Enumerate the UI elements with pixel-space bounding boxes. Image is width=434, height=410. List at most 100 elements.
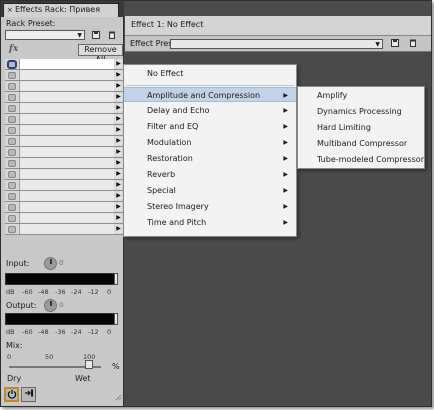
slot-power-icon[interactable] <box>7 60 17 69</box>
chevron-right-icon[interactable]: ▶ <box>115 214 122 222</box>
chevron-right-icon[interactable]: ▶ <box>115 170 122 178</box>
slot-effect-name[interactable] <box>19 169 114 179</box>
menu-item-no-effect[interactable]: No Effect <box>124 66 296 81</box>
effect-slot[interactable]: ▶ <box>5 114 123 125</box>
power-toggle-button[interactable] <box>4 387 19 402</box>
chevron-right-icon[interactable]: ▶ <box>115 93 122 101</box>
slot-effect-name[interactable] <box>19 158 114 168</box>
menu-item-filter-and-eq[interactable]: Filter and EQ ▶ <box>124 119 296 134</box>
slot-power-icon[interactable] <box>8 160 16 167</box>
effect-slot[interactable]: ▶ <box>5 59 123 70</box>
chevron-right-icon[interactable]: ▶ <box>115 104 122 112</box>
slot-power-icon[interactable] <box>8 105 16 112</box>
output-knob[interactable] <box>44 299 57 312</box>
apply-button[interactable] <box>21 387 36 402</box>
resize-grip-icon[interactable] <box>113 393 122 402</box>
slot-effect-name[interactable] <box>19 70 114 80</box>
effect-slot[interactable]: ▶ <box>5 70 123 81</box>
slot-power-icon[interactable] <box>8 171 16 178</box>
menu-item-amplitude-and-compression[interactable]: Amplitude and Compression ▶ <box>124 87 296 102</box>
slot-effect-name[interactable] <box>19 180 114 190</box>
slot-effect-name[interactable] <box>19 191 114 201</box>
effect-slot[interactable]: ▶ <box>5 180 123 191</box>
effect-preset-bar: Effect Preset: ▼ <box>125 36 431 52</box>
save-icon[interactable] <box>91 31 100 40</box>
close-tab-icon[interactable]: × <box>7 6 13 14</box>
slot-effect-name[interactable] <box>19 224 114 234</box>
mix-slider-thumb[interactable] <box>85 360 93 369</box>
save-icon[interactable] <box>390 39 399 48</box>
slot-power-icon[interactable] <box>8 193 16 200</box>
chevron-right-icon[interactable]: ▶ <box>115 126 122 134</box>
effect-slot[interactable]: ▶ <box>5 125 123 136</box>
slot-power-icon[interactable] <box>8 83 16 90</box>
slot-effect-name[interactable] <box>19 136 114 146</box>
chevron-down-icon: ▼ <box>77 32 82 39</box>
slot-effect-name[interactable] <box>19 103 114 113</box>
submenu-item-dynamics-processing[interactable]: Dynamics Processing <box>298 104 424 119</box>
slot-effect-name[interactable] <box>19 202 114 212</box>
slot-power-icon[interactable] <box>8 204 16 211</box>
submenu-item-multiband-compressor[interactable]: Multiband Compressor <box>298 136 424 151</box>
chevron-right-icon[interactable]: ▶ <box>115 203 122 211</box>
menu-item-special[interactable]: Special ▶ <box>124 183 296 198</box>
effect-slot[interactable]: ▶ <box>5 92 123 103</box>
menu-item-reverb[interactable]: Reverb ▶ <box>124 167 296 182</box>
rack-preset-select[interactable]: ▼ <box>5 30 85 40</box>
slot-power-icon[interactable] <box>8 72 16 79</box>
menu-item-time-and-pitch[interactable]: Time and Pitch ▶ <box>124 215 296 230</box>
chevron-right-icon[interactable]: ▶ <box>115 137 122 145</box>
effect-slot[interactable]: ▶ <box>5 213 123 224</box>
slot-effect-name[interactable] <box>19 213 114 223</box>
fx-toolbar: fx Remove All <box>5 44 123 64</box>
chevron-right-icon[interactable]: ▶ <box>115 71 122 79</box>
effect-slot[interactable]: ▶ <box>5 103 123 114</box>
effect-preset-select[interactable]: ▼ <box>170 39 383 49</box>
chevron-right-icon[interactable]: ▶ <box>115 192 122 200</box>
chevron-right-icon[interactable]: ▶ <box>115 82 122 90</box>
chevron-right-icon[interactable]: ▶ <box>115 60 122 68</box>
slot-power-icon[interactable] <box>8 226 16 233</box>
effects-rack-tab[interactable]: × Effects Rack: Привея <box>3 3 119 17</box>
chevron-right-icon[interactable]: ▶ <box>115 225 122 233</box>
effect-slot[interactable]: ▶ <box>5 202 123 213</box>
effect-slot[interactable]: ▶ <box>5 147 123 158</box>
slot-effect-name[interactable] <box>19 147 114 157</box>
slot-power-icon[interactable] <box>8 116 16 123</box>
slot-power-icon[interactable] <box>8 138 16 145</box>
slot-power-icon[interactable] <box>8 127 16 134</box>
input-knob[interactable] <box>44 257 57 270</box>
slot-effect-name[interactable] <box>19 92 114 102</box>
effect-slot[interactable]: ▶ <box>5 224 123 235</box>
effect-slot[interactable]: ▶ <box>5 136 123 147</box>
chevron-right-icon[interactable]: ▶ <box>115 115 122 123</box>
chevron-right-icon[interactable]: ▶ <box>115 159 122 167</box>
trash-icon[interactable] <box>408 39 417 48</box>
output-meter-clip-indicator[interactable] <box>114 313 118 325</box>
slot-effect-name[interactable] <box>19 114 114 124</box>
submenu-item-amplify[interactable]: Amplify <box>298 88 424 103</box>
effect-slot[interactable]: ▶ <box>5 81 123 92</box>
effect-slot[interactable]: ▶ <box>5 191 123 202</box>
submenu-item-hard-limiting[interactable]: Hard Limiting <box>298 120 424 135</box>
slot-effect-name[interactable] <box>19 59 114 69</box>
chevron-right-icon[interactable]: ▶ <box>115 181 122 189</box>
slot-power-icon[interactable] <box>8 182 16 189</box>
slot-effect-name[interactable] <box>19 81 114 91</box>
menu-item-modulation[interactable]: Modulation ▶ <box>124 135 296 150</box>
submenu-item-tube-modeled-compressor[interactable]: Tube-modeled Compressor <box>298 152 424 167</box>
slot-effect-name[interactable] <box>19 125 114 135</box>
menu-item-delay-and-echo[interactable]: Delay and Echo ▶ <box>124 103 296 118</box>
slot-power-icon[interactable] <box>8 94 16 101</box>
remove-all-button[interactable]: Remove All <box>78 44 123 64</box>
trash-icon[interactable] <box>107 31 116 40</box>
amplitude-and-compression-submenu: Amplify Dynamics Processing Hard Limitin… <box>297 86 425 169</box>
slot-power-icon[interactable] <box>8 215 16 222</box>
slot-power-icon[interactable] <box>8 149 16 156</box>
effect-slot[interactable]: ▶ <box>5 169 123 180</box>
input-meter-clip-indicator[interactable] <box>114 273 118 285</box>
menu-item-stereo-imagery[interactable]: Stereo Imagery ▶ <box>124 199 296 214</box>
chevron-right-icon[interactable]: ▶ <box>115 148 122 156</box>
menu-item-restoration[interactable]: Restoration ▶ <box>124 151 296 166</box>
effect-slot[interactable]: ▶ <box>5 158 123 169</box>
